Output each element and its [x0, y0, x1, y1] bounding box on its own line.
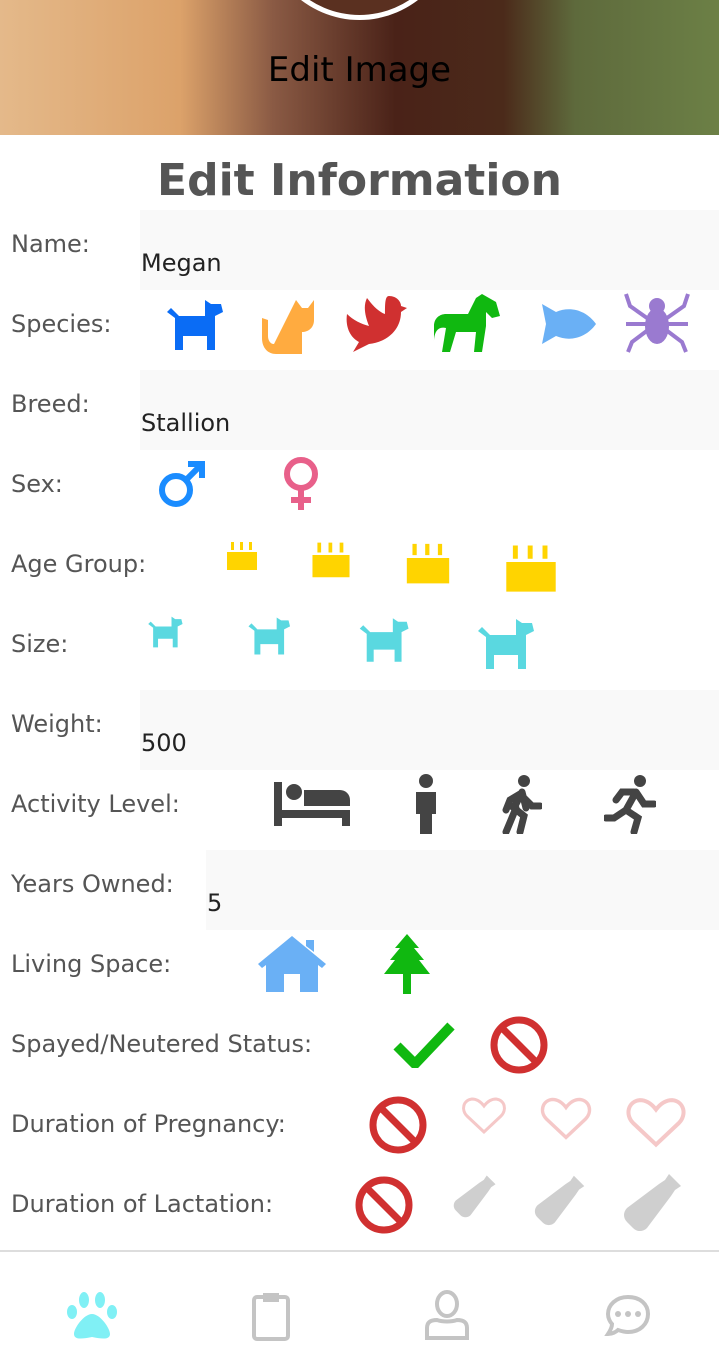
- ban-icon[interactable]: [489, 1015, 549, 1075]
- living-space-row: Living Space:: [0, 930, 719, 1010]
- tab-profile-icon[interactable]: [424, 1290, 470, 1342]
- sex-label: Sex:: [11, 470, 63, 498]
- horse-icon[interactable]: [432, 292, 502, 354]
- years-owned-input[interactable]: [206, 850, 719, 930]
- ban-icon[interactable]: [368, 1095, 428, 1155]
- female-icon[interactable]: [280, 456, 322, 512]
- heart-small-icon[interactable]: [461, 1096, 507, 1136]
- house-icon[interactable]: [258, 936, 326, 992]
- ban-icon[interactable]: [354, 1175, 414, 1235]
- tab-messages-icon[interactable]: [602, 1294, 654, 1340]
- pet-avatar[interactable]: [262, 0, 457, 20]
- edit-image-button[interactable]: Edit Image: [0, 50, 719, 90]
- pregnancy-duration-label: Duration of Pregnancy:: [11, 1110, 286, 1138]
- tab-clipboard-icon[interactable]: [251, 1290, 291, 1342]
- spider-icon[interactable]: [622, 292, 692, 354]
- species-label: Species:: [11, 310, 112, 338]
- bottle-small-icon[interactable]: [452, 1174, 498, 1218]
- weight-row: Weight:: [0, 690, 719, 770]
- dog-medium-icon[interactable]: [247, 614, 293, 658]
- spayed-neutered-label: Spayed/Neutered Status:: [11, 1030, 313, 1058]
- cake-icon[interactable]: [310, 532, 352, 578]
- sex-row: Sex:: [0, 450, 719, 530]
- check-icon[interactable]: [393, 1022, 455, 1068]
- weight-label: Weight:: [11, 710, 103, 738]
- breed-input[interactable]: [140, 370, 719, 450]
- lactation-duration-label: Duration of Lactation:: [11, 1190, 274, 1218]
- heart-large-icon[interactable]: [625, 1096, 687, 1150]
- profile-header: Edit Image: [0, 0, 719, 135]
- breed-label: Breed:: [11, 390, 90, 418]
- weight-input[interactable]: [140, 690, 719, 770]
- dog-small-icon[interactable]: [147, 614, 185, 650]
- dog-icon[interactable]: [165, 296, 227, 354]
- activity-level-row: Activity Level:: [0, 770, 719, 850]
- page-title: Edit Information: [157, 155, 562, 206]
- bottle-large-icon[interactable]: [622, 1172, 684, 1232]
- name-row: Name:: [0, 210, 719, 290]
- pregnancy-duration-row: Duration of Pregnancy:: [0, 1090, 719, 1170]
- tree-icon[interactable]: [384, 934, 430, 994]
- spayed-neutered-row: Spayed/Neutered Status:: [0, 1010, 719, 1090]
- name-label: Name:: [11, 230, 90, 258]
- years-owned-row: Years Owned:: [0, 850, 719, 930]
- dog-xlarge-icon[interactable]: [476, 614, 538, 674]
- bird-icon[interactable]: [345, 294, 407, 354]
- dog-large-icon[interactable]: [358, 614, 412, 666]
- years-owned-label: Years Owned:: [11, 870, 174, 898]
- tab-pets-paw-icon[interactable]: [66, 1290, 118, 1340]
- cake-icon[interactable]: [404, 530, 452, 586]
- cat-icon[interactable]: [256, 298, 318, 356]
- size-label: Size:: [11, 630, 69, 658]
- age-group-row: Age Group:: [0, 530, 719, 610]
- cake-icon[interactable]: [225, 534, 259, 570]
- name-input[interactable]: [140, 210, 719, 290]
- lactation-duration-row: Duration of Lactation:: [0, 1170, 719, 1250]
- walking-person-icon[interactable]: [500, 774, 542, 834]
- bottle-medium-icon[interactable]: [533, 1174, 587, 1226]
- running-person-icon[interactable]: [604, 774, 656, 834]
- living-space-label: Living Space:: [11, 950, 172, 978]
- bed-icon[interactable]: [274, 782, 350, 826]
- size-row: Size:: [0, 610, 719, 690]
- standing-person-icon[interactable]: [414, 774, 438, 834]
- fish-icon[interactable]: [526, 304, 598, 344]
- bottom-tab-bar: [0, 1250, 719, 1357]
- male-icon[interactable]: [156, 460, 206, 510]
- heart-medium-icon[interactable]: [539, 1096, 593, 1142]
- species-row: Species:: [0, 290, 719, 370]
- age-group-label: Age Group:: [11, 550, 147, 578]
- cake-icon[interactable]: [503, 530, 559, 594]
- breed-row: Breed:: [0, 370, 719, 450]
- activity-level-label: Activity Level:: [11, 790, 180, 818]
